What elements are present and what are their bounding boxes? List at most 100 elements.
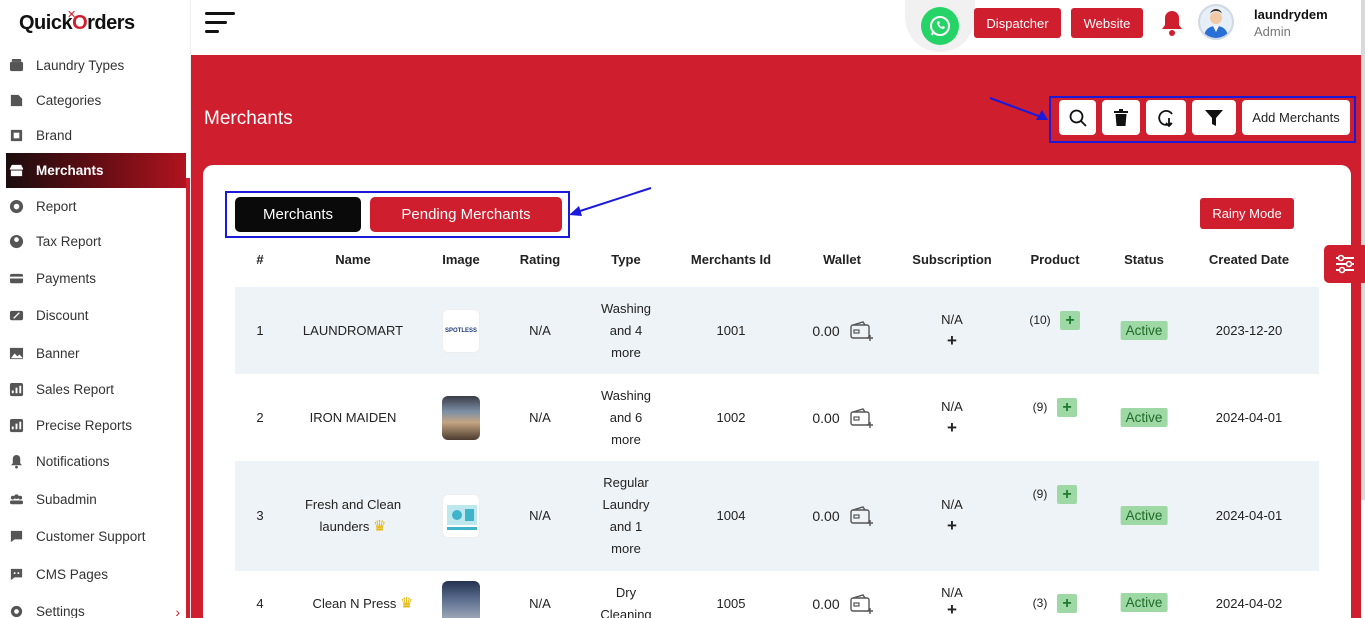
precise-report-icon bbox=[8, 418, 24, 434]
tab-pending-merchants[interactable]: Pending Merchants bbox=[370, 197, 562, 232]
sidebar-item-label: Payments bbox=[36, 271, 97, 286]
users-icon bbox=[8, 492, 24, 508]
merchant-type: Washing and 4 more bbox=[600, 301, 652, 360]
gear-icon bbox=[8, 604, 24, 618]
whatsapp-button[interactable] bbox=[905, 0, 975, 52]
column-header-rating[interactable]: Rating bbox=[520, 252, 560, 267]
column-header-subscription[interactable]: Subscription bbox=[912, 252, 991, 267]
sidebar-item-label: CMS Pages bbox=[36, 567, 109, 582]
sidebar-item-banner[interactable]: Banner bbox=[6, 336, 186, 371]
search-button[interactable] bbox=[1059, 100, 1096, 135]
status-badge[interactable]: Active bbox=[1120, 408, 1168, 427]
cms-icon bbox=[8, 567, 24, 583]
add-subscription-icon[interactable]: + bbox=[947, 515, 957, 537]
sidebar-item-label: Settings bbox=[36, 604, 85, 618]
status-badge[interactable]: Active bbox=[1120, 506, 1168, 525]
sidebar-scrollbar[interactable] bbox=[186, 178, 190, 618]
add-merchants-button[interactable]: Add Merchants bbox=[1242, 100, 1350, 135]
dispatcher-button[interactable]: Dispatcher bbox=[974, 8, 1061, 38]
column-header-name[interactable]: Name bbox=[335, 252, 370, 267]
merchant-image[interactable] bbox=[442, 581, 480, 618]
sidebar: QuickOrders ✕ Laundry Types Categories B… bbox=[0, 0, 191, 618]
product-count: (9) bbox=[1032, 487, 1048, 501]
merchant-name[interactable]: Clean N Press ♛ bbox=[313, 593, 414, 615]
sidebar-item-label: Tax Report bbox=[36, 234, 102, 249]
merchant-name[interactable]: IRON MAIDEN bbox=[310, 407, 397, 429]
avatar[interactable] bbox=[1198, 4, 1234, 40]
column-header-image[interactable]: Image bbox=[442, 252, 480, 267]
merchant-image[interactable] bbox=[442, 494, 480, 538]
sidebar-item-payments[interactable]: Payments bbox=[6, 261, 186, 296]
sidebar-item-report[interactable]: Report bbox=[6, 189, 186, 224]
search-icon bbox=[1069, 109, 1087, 127]
subscription-value: N/A bbox=[941, 312, 963, 327]
wallet-add-icon[interactable] bbox=[850, 408, 874, 430]
column-header-merchants-id[interactable]: Merchants Id bbox=[691, 252, 771, 267]
merchant-image[interactable]: SPOTLESS bbox=[442, 309, 480, 353]
banner-icon bbox=[8, 346, 24, 362]
column-header-created-date[interactable]: Created Date bbox=[1209, 252, 1289, 267]
add-subscription-icon[interactable]: + bbox=[947, 417, 957, 439]
sidebar-item-merchants[interactable]: Merchants bbox=[6, 153, 186, 188]
merchant-name[interactable]: Fresh and Clean launders ♛ bbox=[305, 494, 401, 538]
sidebar-item-brand[interactable]: Brand bbox=[6, 118, 186, 153]
menu-toggle-icon[interactable] bbox=[205, 12, 235, 39]
sidebar-item-label: Banner bbox=[36, 346, 80, 361]
sidebar-item-tax-report[interactable]: Tax Report bbox=[6, 224, 186, 259]
add-product-icon[interactable]: + bbox=[1060, 311, 1080, 330]
merchant-id: 1004 bbox=[716, 508, 746, 523]
add-product-icon[interactable]: + bbox=[1057, 485, 1077, 504]
column-header-number[interactable]: # bbox=[256, 252, 263, 267]
column-header-status[interactable]: Status bbox=[1124, 252, 1164, 267]
wallet-add-icon[interactable] bbox=[850, 594, 874, 616]
row-number: 2 bbox=[256, 410, 264, 425]
brand-logo[interactable]: QuickOrders ✕ bbox=[19, 9, 135, 35]
sidebar-item-settings[interactable]: Settings › bbox=[6, 594, 186, 618]
merchant-type: Dry Cleaning bbox=[600, 585, 652, 618]
sidebar-item-label: Laundry Types bbox=[36, 58, 125, 73]
sidebar-item-subadmin[interactable]: Subadmin bbox=[6, 482, 186, 517]
sidebar-item-label: Notifications bbox=[36, 454, 110, 469]
merchant-id: 1002 bbox=[716, 410, 746, 425]
trash-icon bbox=[1114, 108, 1128, 126]
created-date: 2024-04-01 bbox=[1215, 508, 1283, 523]
wallet-add-icon[interactable] bbox=[850, 506, 874, 528]
tax-icon bbox=[8, 234, 24, 250]
merchant-image[interactable] bbox=[442, 396, 480, 440]
column-header-product[interactable]: Product bbox=[1030, 252, 1079, 267]
status-badge[interactable]: Active bbox=[1120, 321, 1168, 340]
sidebar-item-precise-reports[interactable]: Precise Reports bbox=[6, 408, 186, 443]
sidebar-item-customer-support[interactable]: Customer Support bbox=[6, 519, 186, 554]
merchant-name[interactable]: LAUNDROMART bbox=[303, 320, 403, 342]
wallet-add-icon[interactable] bbox=[850, 321, 874, 343]
delete-button[interactable] bbox=[1102, 100, 1140, 135]
row-number: 1 bbox=[256, 323, 264, 338]
add-product-icon[interactable]: + bbox=[1057, 398, 1077, 417]
add-product-icon[interactable]: + bbox=[1057, 594, 1077, 613]
customize-panel-button[interactable] bbox=[1324, 245, 1365, 283]
sidebar-item-notifications[interactable]: Notifications bbox=[6, 444, 186, 479]
filter-button[interactable] bbox=[1192, 100, 1236, 135]
support-icon bbox=[8, 529, 24, 545]
merchant-type: Washing and 6 more bbox=[600, 388, 652, 447]
website-button[interactable]: Website bbox=[1071, 8, 1143, 38]
sidebar-item-cms-pages[interactable]: CMS Pages bbox=[6, 557, 186, 592]
status-badge[interactable]: Active bbox=[1120, 593, 1168, 612]
sidebar-item-laundry-types[interactable]: Laundry Types bbox=[6, 48, 186, 83]
sidebar-item-sales-report[interactable]: Sales Report bbox=[6, 372, 186, 407]
column-header-wallet[interactable]: Wallet bbox=[823, 252, 861, 267]
categories-icon bbox=[8, 93, 24, 109]
sales-report-icon bbox=[8, 382, 24, 398]
column-header-type[interactable]: Type bbox=[611, 252, 640, 267]
export-button[interactable] bbox=[1146, 100, 1186, 135]
notification-bell-icon[interactable] bbox=[1159, 9, 1185, 42]
add-subscription-icon[interactable]: + bbox=[947, 330, 957, 352]
subscription-value: N/A bbox=[941, 399, 963, 414]
sidebar-item-categories[interactable]: Categories bbox=[6, 83, 186, 118]
wallet-amount: 0.00 bbox=[812, 596, 840, 612]
add-subscription-icon[interactable]: + bbox=[947, 601, 957, 618]
rainy-mode-button[interactable]: Rainy Mode bbox=[1200, 198, 1294, 229]
tab-merchants[interactable]: Merchants bbox=[235, 197, 361, 232]
sidebar-item-discount[interactable]: Discount bbox=[6, 298, 186, 333]
wallet-amount: 0.00 bbox=[812, 323, 840, 339]
